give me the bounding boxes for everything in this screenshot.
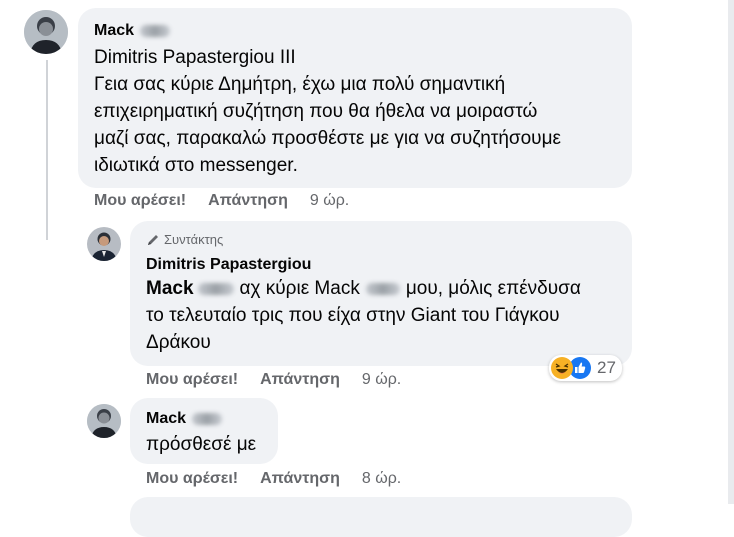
comment-line: επιχειρηματική συζήτηση που θα ήθελα να … xyxy=(94,101,538,122)
blurred-surname xyxy=(192,413,223,425)
next-reply-bubble xyxy=(130,497,632,537)
reply-button[interactable]: Απάντηση xyxy=(260,470,340,488)
comment-text: Dimitris Papastergiou III Γεια σας κύριε… xyxy=(94,44,624,179)
reply-button[interactable]: Απάντηση xyxy=(260,371,340,389)
reaction-summary[interactable]: 27 xyxy=(549,355,622,381)
comment-author[interactable]: Mack xyxy=(94,22,171,40)
reply-time[interactable]: 8 ώρ. xyxy=(362,470,401,488)
reply-line: Δράκου xyxy=(146,332,211,353)
author-name[interactable]: Dimitris Papastergiou xyxy=(146,256,311,274)
reply-actions: Μου αρέσει! Απάντηση 8 ώρ. xyxy=(146,470,401,488)
reply-bubble: Mack πρόσθεσέ με xyxy=(130,398,278,464)
commenter-avatar[interactable] xyxy=(87,404,121,438)
reply-author[interactable]: Dimitris Papastergiou xyxy=(146,256,311,274)
comment-line: Γεια σας κύριε Δημήτρη, έχω μια πολύ σημ… xyxy=(94,74,506,95)
comment-line: ιδιωτικά στο messenger. xyxy=(94,155,298,176)
reply-text-part: αχ κύριε Mack xyxy=(239,278,360,299)
like-button[interactable]: Μου αρέσει! xyxy=(146,470,238,488)
comment-thread: Mack Dimitris Papastergiou III Γεια σας … xyxy=(0,0,734,537)
author-badge: Συντάκτης xyxy=(146,232,223,247)
reply-actions: Μου αρέσει! Απάντηση 9 ώρ. xyxy=(146,371,401,389)
reply-line: Mack αχ κύριε Mack μου, μόλις επένδυσα xyxy=(146,275,626,302)
like-button[interactable]: Μου αρέσει! xyxy=(94,192,186,210)
reply-text: Mack αχ κύριε Mack μου, μόλις επένδυσα τ… xyxy=(146,275,626,356)
reply-button[interactable]: Απάντηση xyxy=(208,192,288,210)
comment-line: Dimitris Papastergiou III xyxy=(94,47,296,68)
reply-bubble: Συντάκτης Dimitris Papastergiou Mack αχ … xyxy=(130,221,632,366)
reply-time[interactable]: 9 ώρ. xyxy=(362,371,401,389)
thread-connector xyxy=(46,60,48,240)
author-badge-label: Συντάκτης xyxy=(164,232,224,247)
comment-line: μαζί σας, παρακαλώ προσθέστε με για να σ… xyxy=(94,128,561,149)
mention-link[interactable]: Mack xyxy=(146,275,194,302)
blurred-surname xyxy=(140,25,171,37)
reply-text: πρόσθεσέ με xyxy=(146,434,257,455)
blurred-surname xyxy=(197,282,234,295)
author-avatar[interactable] xyxy=(87,227,121,261)
pen-icon xyxy=(148,234,158,245)
reaction-count: 27 xyxy=(597,358,616,377)
reply-line: το τελευταίο τρις που είχα στην Giant το… xyxy=(146,305,560,326)
page-edge xyxy=(728,0,734,504)
comment-time[interactable]: 9 ώρ. xyxy=(310,192,349,210)
comment-actions: Μου αρέσει! Απάντηση 9 ώρ. xyxy=(94,192,349,210)
comment-bubble: Mack Dimitris Papastergiou III Γεια σας … xyxy=(78,8,632,188)
author-name[interactable]: Mack xyxy=(146,410,186,428)
like-button[interactable]: Μου αρέσει! xyxy=(146,371,238,389)
laughing-emoji-icon xyxy=(551,357,573,379)
blurred-surname xyxy=(365,282,400,295)
commenter-avatar[interactable] xyxy=(24,10,68,54)
reply-text-part: μου, μόλις επένδυσα xyxy=(405,278,581,299)
author-name[interactable]: Mack xyxy=(94,22,134,40)
reply-author[interactable]: Mack xyxy=(146,410,223,428)
